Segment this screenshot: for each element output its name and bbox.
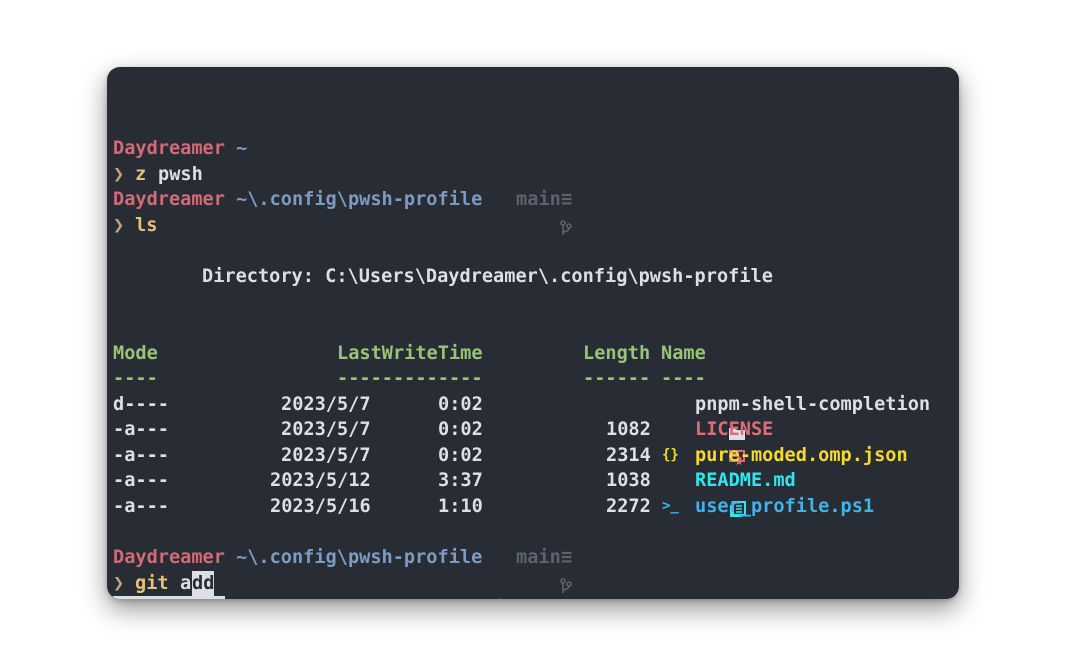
git-branch-status: ≡ [561, 547, 573, 568]
underline-length: ------ [583, 368, 651, 389]
header-length: Length [583, 343, 651, 364]
prompt-user: Daydreamer [113, 138, 225, 159]
directory-heading: Directory: C:\Users\Daydreamer\.config\p… [113, 264, 773, 290]
row-name: pnpm-shell-completion [695, 394, 931, 415]
table-row: -a--- 2023/5/7 0:02 1082 LICENSE [113, 417, 773, 465]
git-branch-name: main [516, 189, 561, 210]
row-date: 2023/5/7 [281, 394, 371, 415]
row-mode: -a--- [113, 470, 169, 491]
row-length: 2314 [606, 445, 651, 466]
row-name: user_profile.ps1 [695, 496, 875, 517]
table-row: -a--- 2023/5/16 1:10 2272 >_ user_profil… [113, 494, 874, 520]
terminal-window[interactable]: Daydreamer ~ ❯ z pwsh Daydreamer ~\.conf… [107, 67, 959, 599]
json-braces-icon: {} [662, 447, 679, 463]
row-length: 1038 [606, 470, 651, 491]
row-length: 1082 [606, 419, 651, 440]
completion-item[interactable]: am [225, 596, 247, 599]
command-typed: a [180, 573, 192, 594]
prompt-symbol: ❯ [113, 573, 125, 594]
row-time: 3:37 [438, 470, 483, 491]
underline-name: ---- [661, 368, 706, 389]
underline-lastwritetime: ------------- [337, 368, 483, 389]
completion-item[interactable]: annotate [337, 596, 427, 599]
header-mode: Mode [113, 343, 158, 364]
prompt-line: Daydreamer ~\.config\pwsh-profile main ≡ [113, 545, 572, 593]
row-date: 2023/5/7 [281, 445, 371, 466]
row-name: README.md [695, 470, 796, 491]
row-time: 1:10 [438, 496, 483, 517]
table-row: d---- 2023/5/7 0:02 pnpm-shell-completio… [113, 392, 930, 440]
command-input-line[interactable]: ❯ git a dd [113, 571, 215, 597]
prompt-line: Daydreamer ~\.config\pwsh-profile main ≡ [113, 187, 572, 235]
command-arg: pwsh [158, 164, 203, 185]
row-mode: d---- [113, 394, 169, 415]
git-branch-name: main [516, 547, 561, 568]
command-name: git [135, 573, 169, 594]
git-branch-status: ≡ [561, 189, 573, 210]
prompt-line: Daydreamer ~ [113, 136, 247, 162]
underline-mode: ---- [113, 368, 158, 389]
table-row: -a--- 2023/5/7 0:02 2314 {} pure-moded.o… [113, 443, 908, 469]
command-line: ❯ z pwsh [113, 162, 203, 188]
command-name: ls [135, 215, 158, 236]
row-name: pure-moded.omp.json [695, 445, 908, 466]
header-lastwritetime: LastWriteTime [337, 343, 483, 364]
row-date: 2023/5/12 [270, 470, 371, 491]
row-time: 0:02 [438, 445, 483, 466]
prompt-path: ~\.config\pwsh-profile [236, 547, 483, 568]
row-length: 2272 [606, 496, 651, 517]
row-time: 0:02 [438, 419, 483, 440]
command-line: ❯ ls [113, 213, 158, 239]
prompt-user: Daydreamer [113, 547, 225, 568]
prompt-symbol: ❯ [113, 215, 125, 236]
row-name: LICENSE [695, 419, 774, 440]
prompt-user: Daydreamer [113, 189, 225, 210]
table-header-underline: ---- ------------- ------ ---- [113, 366, 706, 392]
directory-label: Directory: C:\Users\Daydreamer\.config\p… [202, 266, 773, 287]
command-name: z [135, 164, 147, 185]
row-mode: -a--- [113, 419, 169, 440]
row-time: 0:02 [438, 394, 483, 415]
row-date: 2023/5/7 [281, 419, 371, 440]
prompt-path: ~\.config\pwsh-profile [236, 189, 483, 210]
prompt-path: ~ [236, 138, 248, 159]
completion-menu: add am annotate archive [113, 596, 527, 599]
prompt-symbol: ❯ [113, 164, 125, 185]
table-row: -a--- 2023/5/12 3:37 1038 README.md [113, 468, 796, 517]
row-date: 2023/5/16 [270, 496, 371, 517]
completion-item[interactable]: archive [449, 596, 527, 599]
table-header: Mode LastWriteTime Length Name [113, 341, 706, 367]
row-mode: -a--- [113, 445, 169, 466]
autosuggestion[interactable]: dd [192, 571, 215, 597]
row-mode: -a--- [113, 496, 169, 517]
completion-item-selected[interactable]: add [113, 596, 225, 599]
header-name: Name [661, 343, 706, 364]
powershell-icon: >_ [662, 498, 679, 514]
